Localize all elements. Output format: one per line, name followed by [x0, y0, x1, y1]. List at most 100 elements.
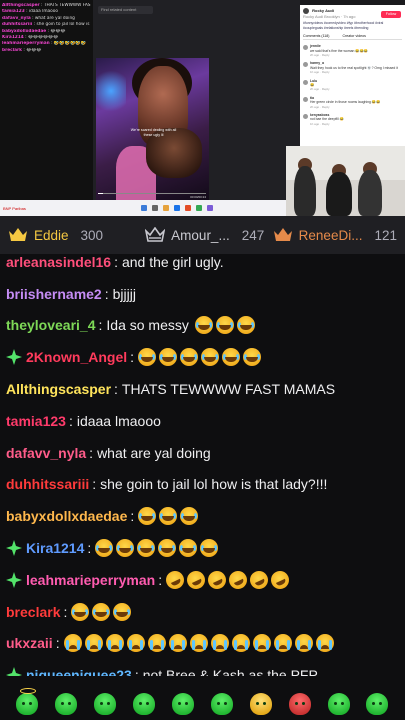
chat-separator: : — [92, 476, 97, 493]
tab-comments[interactable]: Comments (118) — [303, 34, 330, 38]
comment-user: tia — [310, 95, 314, 100]
roll-emoji-icon — [184, 567, 209, 592]
comment-meta[interactable]: 2h ago · Reply — [310, 53, 330, 57]
leaderboard-entry-1[interactable]: Eddie 300 — [8, 227, 145, 243]
comment-body: kenyasboss not bae the deepfill 😂 1h ago ·… — [310, 113, 344, 126]
laugh-emoji-icon — [180, 348, 199, 367]
chat-separator: : — [104, 285, 109, 302]
chat-message[interactable]: ukxzaii: — [6, 628, 405, 660]
hug-blob-icon[interactable] — [172, 693, 194, 715]
comment-meta[interactable]: 1h ago · Reply — [310, 70, 330, 74]
laugh-emoji-icon — [138, 348, 157, 367]
laugh-emoji-icon — [159, 348, 178, 367]
leaderboard-points: 247 — [241, 227, 265, 243]
comment-user: Lulu — [310, 78, 318, 83]
chat-username[interactable]: babyxdollxdaedae — [6, 506, 127, 526]
crown-icon — [9, 228, 27, 241]
app-icon[interactable] — [195, 205, 202, 211]
chat-username[interactable]: dafavv_nyla — [6, 443, 86, 463]
chat-username[interactable]: leahmarieperryman — [26, 570, 155, 590]
comment-body: harmy_a Wait they hook us to the real spo… — [310, 61, 398, 74]
post-tabs: Comments (118) Creator videos — [303, 33, 402, 41]
chat-message[interactable]: theyloveari_4: Ida so messy — [6, 310, 405, 342]
chat-username[interactable]: theyloveari_4 — [6, 315, 96, 335]
sparkle-badge-icon — [6, 349, 22, 366]
chat-text: what are yal doing — [97, 444, 211, 461]
leaderboard-points: 121 — [374, 227, 397, 243]
chat-separator: : — [89, 444, 94, 461]
app-icon[interactable] — [206, 205, 213, 211]
chat-username[interactable]: Allthingscasper — [6, 379, 111, 399]
chat-message[interactable]: tamia123: idaaa lmaooo — [6, 405, 405, 437]
crown-icon — [273, 228, 292, 241]
chat-username[interactable]: breclark — [6, 602, 60, 622]
comment-item: jenniie we said that's fine the woman 😂😂😂… — [300, 42, 405, 59]
leaderboard-entry-2[interactable]: Amour_... 247 — [145, 227, 273, 243]
chat-username[interactable]: briishername2 — [6, 284, 102, 304]
chat-message[interactable]: niqueeniquee23: not Bree & Kash as the PF… — [6, 659, 405, 676]
avatar — [303, 45, 308, 51]
search-icon[interactable] — [151, 205, 158, 211]
tiny-blob-icon[interactable] — [210, 693, 233, 715]
chat-message[interactable]: duhhitssariii: she goin to jail lol how i… — [6, 469, 405, 501]
sparkle-badge-icon — [6, 571, 22, 588]
laugh-emoji-icon — [222, 348, 241, 367]
post-handle: Rocky Audi — [312, 8, 334, 14]
video-time: 00:00/00:24 — [190, 195, 206, 199]
chat-username[interactable]: ukxzaii — [6, 633, 53, 653]
chat-username[interactable]: Kira1214 — [26, 538, 84, 558]
chat-message[interactable]: breclark: — [6, 596, 405, 628]
wink-blob-icon[interactable] — [327, 693, 350, 715]
smile-blob-icon[interactable] — [366, 693, 389, 715]
chat-username[interactable]: arleanasindel16 — [6, 252, 111, 272]
folder-icon[interactable] — [162, 205, 169, 211]
chat-username[interactable]: tamia123 — [6, 411, 66, 431]
heart-blob-icon[interactable] — [288, 693, 311, 715]
laugh-emoji-icon — [116, 539, 135, 558]
angry-blob-icon[interactable] — [55, 693, 78, 715]
video-progress-bar[interactable] — [98, 192, 206, 194]
cry-emoji-icon — [126, 634, 145, 653]
chat-message[interactable]: leahmarieperryman: — [6, 564, 405, 596]
captured-chat-text: she goin to jail lol how is that lady?!! — [36, 22, 91, 28]
chat-username[interactable]: niqueeniquee23 — [26, 665, 132, 676]
cool-blob-icon[interactable] — [249, 693, 272, 715]
chat-message[interactable]: dafavv_nyla: what are yal doing — [6, 437, 405, 469]
streamer-webcam — [286, 146, 405, 216]
chat-emotes — [138, 507, 199, 526]
chat-message[interactable]: 2Known_Angel: — [6, 341, 405, 373]
chat-text: and the girl ugly. — [121, 253, 224, 270]
chat-separator: : — [114, 253, 118, 270]
comment-meta[interactable]: 2h ago · Reply — [310, 105, 330, 109]
chat-username[interactable]: duhhitssariii — [6, 474, 89, 494]
laugh-emoji-icon — [159, 507, 178, 526]
chat-emotes — [194, 316, 255, 335]
tab-creator-videos[interactable]: Creator videos — [343, 34, 366, 38]
laugh-emoji-icon — [236, 316, 255, 335]
leaderboard-entry-3[interactable]: ReneeDi... 121 — [273, 227, 397, 243]
chat-message[interactable]: babyxdollxdaedae: — [6, 500, 405, 532]
chat-message[interactable]: briishername2: bjjjjj — [6, 278, 405, 310]
chat-text: THATS TEWWWW FAST MAMAS — [121, 381, 336, 398]
grin-blob-icon[interactable] — [94, 693, 117, 715]
leaderboard-name: ReneeDi... — [298, 227, 363, 243]
chat-message[interactable]: Kira1214: — [6, 532, 405, 564]
chat-emotes — [63, 634, 334, 653]
avatar — [303, 114, 308, 120]
laugh-emoji-icon — [158, 539, 177, 558]
leaderboard-name: Eddie — [34, 227, 69, 243]
chat-message[interactable]: Allthingscasper: THATS TEWWWW FAST MAMAS — [6, 373, 405, 405]
shy-blob-icon[interactable] — [133, 693, 156, 715]
follow-button[interactable]: Follow — [381, 11, 401, 18]
taskbar-label: BNP Paribas — [3, 205, 26, 211]
halo-blob-icon[interactable] — [16, 688, 39, 715]
comment-meta[interactable]: 2h ago · Reply — [310, 87, 330, 91]
app-icon[interactable] — [184, 205, 191, 211]
cry-emoji-icon — [63, 634, 82, 653]
chat-username[interactable]: 2Known_Angel — [26, 347, 127, 367]
comment-meta[interactable]: 1h ago · Reply — [310, 122, 330, 126]
chat-message[interactable]: arleanasindel16: and the girl ugly. — [6, 246, 405, 278]
captured-chat-text: 😂😂😂 — [26, 47, 42, 53]
windows-icon[interactable] — [140, 205, 147, 211]
browser-icon[interactable] — [173, 205, 180, 211]
